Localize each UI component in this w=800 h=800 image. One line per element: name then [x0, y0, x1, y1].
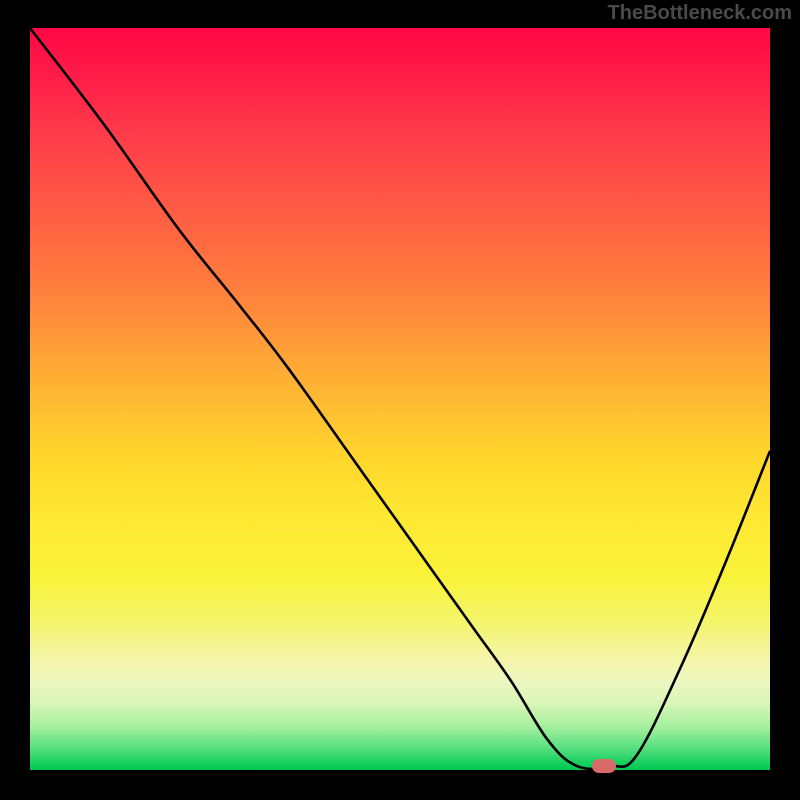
curve-svg [30, 28, 770, 770]
bottleneck-curve [30, 28, 770, 769]
optimal-marker [592, 759, 616, 773]
chart-area [30, 28, 770, 770]
watermark-text: TheBottleneck.com [608, 2, 792, 25]
